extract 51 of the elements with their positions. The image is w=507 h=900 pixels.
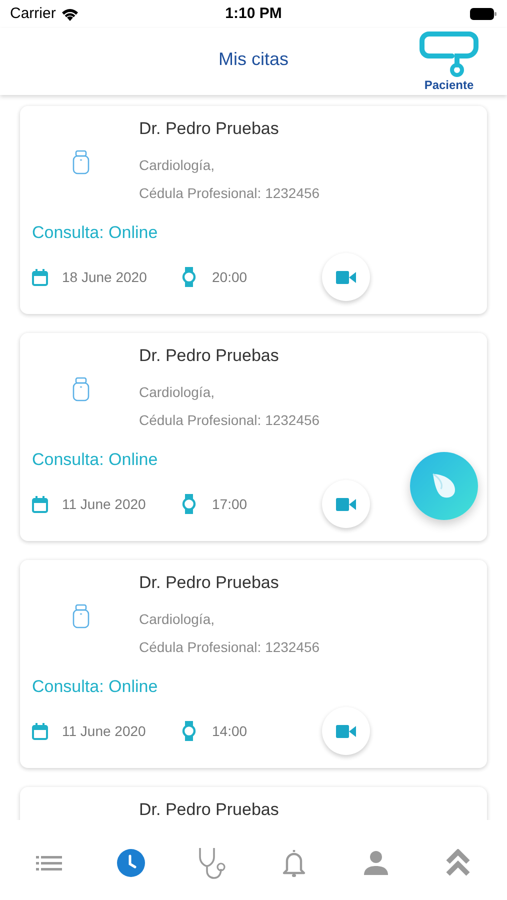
watch-icon <box>182 494 196 514</box>
calendar-icon <box>32 496 48 512</box>
appointment-card[interactable]: Dr. Pedro Pruebas Cardiología, Cédula Profesional: 1232456 Consulta: Online 18 June 2020 20:00 <box>20 106 487 314</box>
appointment-card[interactable]: Dr. Pedro Pruebas Cardiología, Cédula Profesional: 1232456 Consulta: Online 11 June 2020 14:00 <box>20 560 487 768</box>
menu-icon <box>36 854 62 872</box>
consult-type: Consulta: Online <box>32 449 159 471</box>
clock-icon <box>116 848 146 878</box>
date-text: 18 June 2020 <box>62 268 148 286</box>
watch-icon <box>182 267 196 287</box>
specialty-text: Cardiología, <box>139 610 216 628</box>
clock-time: 1:10 PM <box>225 4 282 24</box>
license-text: Cédula Profesional: 1232456 <box>139 184 320 202</box>
doctor-name: Dr. Pedro Pruebas <box>139 345 280 367</box>
video-call-button[interactable] <box>322 253 370 301</box>
calendar-icon <box>32 722 48 740</box>
appointment-card[interactable]: Dr. Pedro Pruebas Cardiología, Cédula Profesional: 1232456 Consulta: Online 11 June 2020 17:00 <box>20 333 487 541</box>
double-chevron-up-icon <box>446 849 470 877</box>
watch-icon <box>182 721 196 741</box>
time-text: 20:00 <box>212 268 248 286</box>
specialty-text: Cardiología, <box>139 383 216 401</box>
logo-label: Paciente <box>424 77 474 94</box>
doctor-name: Dr. Pedro Pruebas <box>139 118 280 140</box>
stethoscope-icon <box>198 847 228 879</box>
time-text: 14:00 <box>212 722 248 740</box>
license-text: Cédula Profesional: 1232456 <box>139 411 320 429</box>
jar-icon <box>72 604 90 629</box>
consult-type: Consulta: Online <box>32 676 159 698</box>
date-text: 11 June 2020 <box>62 722 147 740</box>
jar-icon <box>72 377 90 402</box>
doctor-name: Dr. Pedro Pruebas <box>139 572 280 594</box>
appointment-card[interactable]: Dr. Pedro Pruebas <box>20 787 487 820</box>
specialty-text: Cardiología, <box>139 156 216 174</box>
jar-icon <box>72 150 90 175</box>
page-title: Mis citas <box>218 48 288 70</box>
license-text: Cédula Profesional: 1232456 <box>139 638 320 656</box>
consult-type: Consulta: Online <box>32 222 159 244</box>
carrier-label: Carrier <box>10 4 56 24</box>
video-camera-icon <box>336 724 356 738</box>
battery-icon <box>470 8 497 20</box>
person-icon <box>363 850 390 876</box>
date-text: 11 June 2020 <box>62 494 147 514</box>
video-call-button[interactable] <box>322 707 370 755</box>
video-camera-icon <box>336 270 356 284</box>
stethoscope-logo-icon <box>419 30 479 78</box>
video-camera-icon <box>336 498 356 510</box>
bell-icon <box>282 848 306 878</box>
calendar-icon <box>32 268 48 286</box>
video-call-button[interactable] <box>322 480 370 528</box>
wifi-icon <box>60 8 79 20</box>
time-text: 17:00 <box>212 494 248 514</box>
doctor-name: Dr. Pedro Pruebas <box>139 799 279 820</box>
